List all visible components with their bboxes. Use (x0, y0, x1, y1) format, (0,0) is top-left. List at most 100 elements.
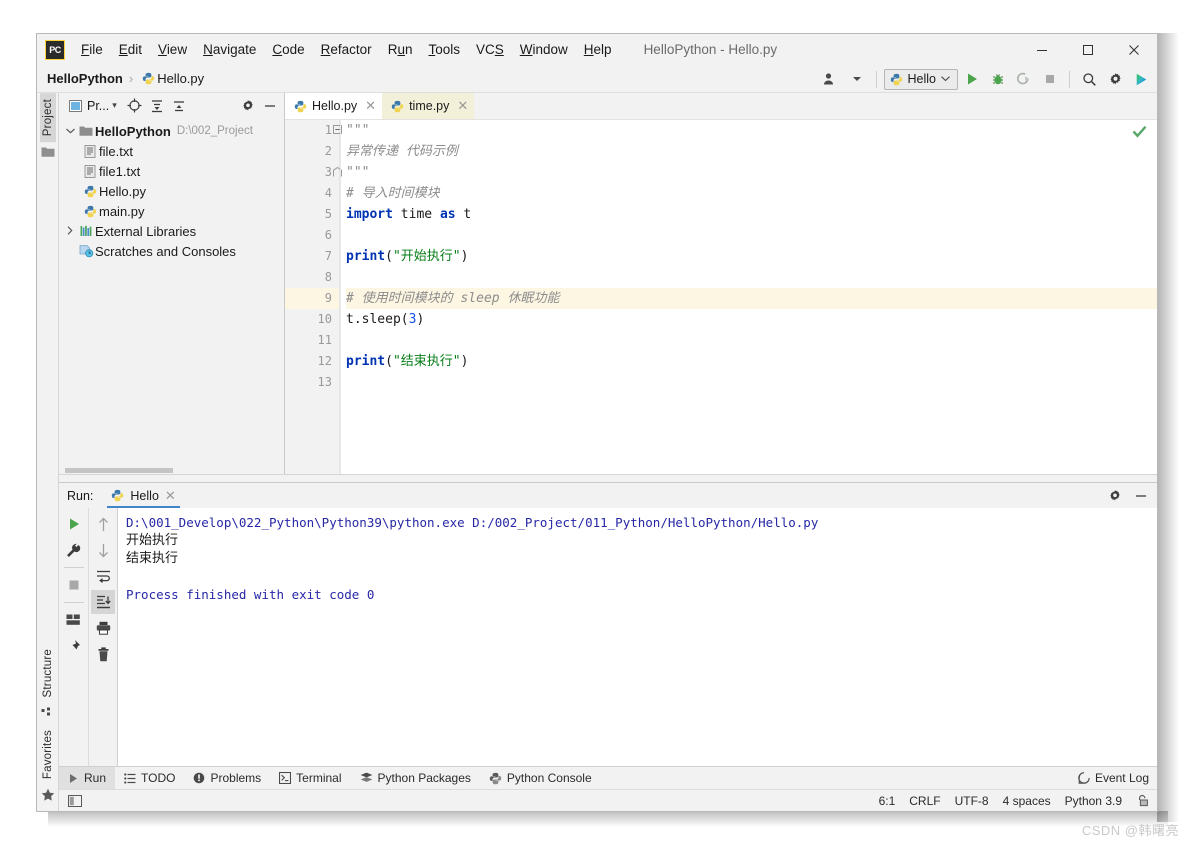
chevron-right-icon[interactable] (63, 225, 77, 237)
tree-node-hellopython[interactable]: HelloPython D:\002_Project (59, 121, 284, 141)
collapse-all-icon[interactable] (169, 96, 189, 116)
bottom-tab-terminal[interactable]: Terminal (270, 767, 350, 790)
ok-check-icon[interactable] (1132, 125, 1147, 143)
hide-icon[interactable] (1131, 486, 1151, 506)
menu-code[interactable]: Code (264, 39, 312, 60)
code-line[interactable]: # 导入时间模块 (346, 183, 1157, 204)
close-icon[interactable]: ✕ (457, 98, 468, 114)
gear-icon[interactable] (238, 96, 258, 116)
project-panel-caret-icon[interactable]: ▾ (112, 100, 117, 111)
arrow-up-icon[interactable] (91, 512, 115, 536)
run-console-output[interactable]: D:\001_Develop\022_Python\Python39\pytho… (117, 508, 1157, 766)
layout-icon[interactable] (65, 791, 85, 811)
menu-navigate[interactable]: Navigate (195, 39, 264, 60)
menu-help[interactable]: Help (576, 39, 620, 60)
rerun-button[interactable] (62, 512, 86, 536)
layout-button[interactable] (62, 608, 86, 632)
debug-button[interactable] (986, 68, 1010, 90)
sidebar-item-favorites[interactable]: Favorites (40, 724, 56, 785)
menu-view[interactable]: View (150, 39, 195, 60)
unlocked-icon[interactable] (1136, 794, 1149, 807)
code-line[interactable] (346, 225, 1157, 246)
gear-icon[interactable] (1105, 486, 1125, 506)
breadcrumb-project[interactable]: HelloPython (47, 71, 123, 86)
tree-node-hello-py[interactable]: Hello.py (59, 181, 284, 201)
tree-node-main-py[interactable]: main.py (59, 201, 284, 221)
tree-node-file-txt[interactable]: file.txt (59, 141, 284, 161)
modify-run-config-button[interactable] (62, 538, 86, 562)
user-account-icon[interactable] (819, 68, 843, 90)
run-configuration-selector[interactable]: Hello (883, 68, 958, 90)
menu-vcs[interactable]: VCS (468, 39, 512, 60)
run-coverage-button[interactable] (1012, 68, 1036, 90)
menu-window[interactable]: Window (512, 39, 576, 60)
scroll-to-end-button[interactable] (91, 590, 115, 614)
project-horizontal-scrollbar[interactable] (59, 467, 284, 474)
bottom-tab-python-packages[interactable]: Python Packages (351, 767, 480, 790)
pin-tab-button[interactable] (62, 634, 86, 658)
chevron-down-icon[interactable] (941, 76, 950, 82)
target-icon[interactable] (125, 96, 145, 116)
code-line[interactable] (346, 330, 1157, 351)
tree-node-file1-txt[interactable]: file1.txt (59, 161, 284, 181)
menu-run[interactable]: Run (380, 39, 421, 60)
tree-node-external-libraries[interactable]: External Libraries (59, 221, 284, 241)
editor-tab-hello-py[interactable]: Hello.py ✕ (285, 93, 383, 119)
stop-button[interactable] (1038, 68, 1062, 90)
line-separator[interactable]: CRLF (909, 794, 940, 808)
event-log-button[interactable]: Event Log (1078, 771, 1149, 785)
close-icon[interactable]: ✕ (165, 488, 176, 504)
maximize-button[interactable] (1065, 34, 1111, 65)
code-line[interactable]: 异常传递 代码示例 (346, 141, 1157, 162)
tree-node-scratches-consoles[interactable]: Scratches and Consoles (59, 241, 284, 261)
close-icon[interactable]: ✕ (365, 98, 376, 114)
expand-all-icon[interactable] (147, 96, 167, 116)
interpreter[interactable]: Python 3.9 (1065, 794, 1122, 808)
menu-refactor[interactable]: Refactor (313, 39, 380, 60)
code-line[interactable] (346, 372, 1157, 393)
editor-tab-time-py[interactable]: time.py ✕ (382, 93, 475, 119)
code-line[interactable]: print("结束执行") (346, 351, 1157, 372)
bottom-tab-todo[interactable]: TODO (115, 767, 184, 790)
datalore-button[interactable] (1129, 68, 1153, 90)
chevron-down-icon[interactable] (63, 126, 77, 136)
breadcrumb-file[interactable]: Hello.py (157, 71, 204, 86)
clear-all-button[interactable] (91, 642, 115, 666)
arrow-down-icon[interactable] (91, 538, 115, 562)
user-account-caret-icon[interactable] (845, 68, 869, 90)
code-line[interactable]: import time as t (346, 204, 1157, 225)
scrollbar-thumb[interactable] (65, 468, 173, 473)
bottom-tab-python-console[interactable]: Python Console (480, 767, 601, 790)
sidebar-item-project[interactable]: Project (39, 93, 56, 143)
project-panel-title[interactable]: Pr... (87, 99, 109, 113)
caret-position[interactable]: 6:1 (879, 794, 896, 808)
menu-tools[interactable]: Tools (420, 39, 468, 60)
stop-button[interactable] (62, 573, 86, 597)
code-text-area[interactable]: """ 异常传递 代码示例 """ # 导入时间模块 import time as t … (340, 120, 1157, 474)
line-number-gutter[interactable]: 1 2 3 4 5 6 7 8 9 10 11 12 13 (285, 120, 342, 474)
code-editor[interactable]: 1 2 3 4 5 6 7 8 9 10 11 12 13 """ 异常传递 代码示例 """ # 导入时间模… (285, 119, 1157, 474)
run-tab-hello[interactable]: Hello ✕ (107, 483, 180, 508)
close-button[interactable] (1111, 34, 1157, 65)
print-button[interactable] (91, 616, 115, 640)
menu-file[interactable]: File (73, 39, 111, 60)
encoding[interactable]: UTF-8 (955, 794, 989, 808)
search-icon[interactable] (1077, 68, 1101, 90)
hide-icon[interactable] (260, 96, 280, 116)
code-line[interactable] (346, 267, 1157, 288)
menu-edit[interactable]: Edit (111, 39, 150, 60)
code-line[interactable]: """ (346, 162, 1157, 183)
indent-setting[interactable]: 4 spaces (1003, 794, 1051, 808)
editor-tab-bar: Hello.py ✕ time.py ✕ (285, 93, 1157, 119)
bottom-tab-run[interactable]: Run (59, 766, 116, 790)
code-line[interactable]: print("开始执行") (346, 246, 1157, 267)
sidebar-item-structure[interactable]: Structure (40, 643, 56, 703)
code-line[interactable]: # 使用时间模块的 sleep 休眠功能 (346, 288, 1157, 309)
code-line[interactable]: t.sleep(3) (346, 309, 1157, 330)
minimize-button[interactable] (1019, 34, 1065, 65)
soft-wrap-button[interactable] (91, 564, 115, 588)
code-line[interactable]: """ (346, 120, 1157, 141)
gear-icon[interactable] (1103, 68, 1127, 90)
run-button[interactable] (960, 68, 984, 90)
bottom-tab-problems[interactable]: Problems (184, 767, 270, 790)
